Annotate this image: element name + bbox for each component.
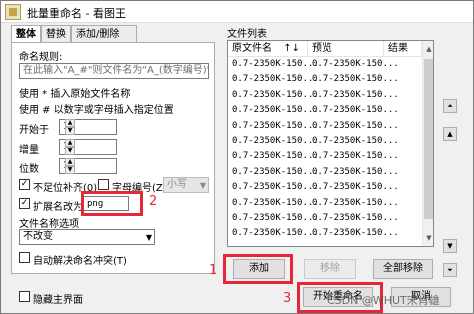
row-preview: 0.7-2350K-150... <box>312 105 399 116</box>
hide-main-checkbox[interactable] <box>19 291 30 302</box>
annotation-box-1 <box>223 254 293 284</box>
rule-input[interactable]: 在此输入"A_#"则文件名为"A_(数字编号)" <box>19 63 209 79</box>
hint-insert-number: 使用 # 以数字或字母插入指定位置 <box>19 105 174 116</box>
auto-resolve-label: 自动解决命名冲突(T) <box>33 256 127 267</box>
annotation-number-1: 1 <box>209 263 218 278</box>
rule-label: 命名规则: <box>19 52 63 63</box>
annotation-number-2: 2 <box>149 194 158 209</box>
move-up-icon[interactable]: ▲ <box>443 127 457 141</box>
remove-button[interactable]: 移除 <box>304 259 356 279</box>
row-preview: 0.7-2350K-150... <box>312 89 399 100</box>
app-icon <box>5 4 21 20</box>
hide-main-label: 隐藏主界面 <box>33 295 83 306</box>
row-preview: 0.7-2350K-150... <box>312 74 399 85</box>
step-up-icon[interactable]: ▲ <box>65 139 75 147</box>
row-original-name[interactable]: 0.7-2350K-150... <box>232 105 319 115</box>
chevron-down-icon: ▼ <box>145 233 152 242</box>
row-original-name[interactable]: 0.7-2350K-150... <box>232 198 319 208</box>
remove-all-button[interactable]: 全部移除 <box>373 259 433 279</box>
digits-label: 位数 <box>19 164 39 175</box>
name-option-label: 文件名称选项 <box>19 219 79 230</box>
row-preview: 0.7-2350K-150... <box>312 59 399 69</box>
hint-insert-name: 使用 * 插入原始文件名称 <box>19 89 131 100</box>
start-up-icon[interactable]: ▲ <box>65 119 75 127</box>
scroll-thumb[interactable] <box>424 59 433 219</box>
column-original-name[interactable]: 原文件名 ↑↓ <box>228 41 308 57</box>
row-original-name[interactable]: 0.7-2350K-150... <box>232 59 319 69</box>
watermark: CSDN @WHUT宋肖雄 <box>327 294 440 307</box>
digits-up-icon[interactable]: ▲ <box>65 158 75 166</box>
row-preview: 0.7-2350K-150... <box>312 182 399 193</box>
scroll-down-icon[interactable]: ▼ <box>423 232 433 244</box>
row-original-name[interactable]: 0.7-2350K-150... <box>232 121 319 131</box>
move-bottom-icon[interactable]: ⏷ <box>443 263 457 277</box>
file-list[interactable]: 原文件名 ↑↓ 预览 结果 0.7-2350K-150... 0.7-2350K-… <box>227 40 434 247</box>
digits-down-icon[interactable]: ▼ <box>65 166 75 174</box>
row-original-name[interactable]: 0.7-2350K-150... <box>232 167 319 177</box>
row-original-name[interactable]: 0.7-2350K-150... <box>232 136 319 146</box>
row-preview: 0.7-2350K-150... <box>312 197 399 208</box>
step-label: 增量 <box>19 145 39 156</box>
row-original-name[interactable]: 0.7-2350K-150... <box>232 151 319 161</box>
step-down-icon[interactable]: ▼ <box>65 147 75 155</box>
move-down-icon[interactable]: ▼ <box>443 239 457 253</box>
row-original-name[interactable]: 0.7-2350K-150... <box>232 74 319 84</box>
row-original-name[interactable]: 0.7-2350K-150... <box>232 182 319 192</box>
row-preview: 0.7-2350K-150... <box>312 151 399 162</box>
pad-zero-checkbox[interactable]: ✓ <box>19 179 30 190</box>
vertical-scrollbar[interactable]: ▲ ▼ <box>422 41 433 246</box>
annotation-box-2 <box>81 191 143 216</box>
start-down-icon[interactable]: ▼ <box>65 127 75 135</box>
letter-number-checkbox[interactable] <box>98 179 109 190</box>
file-list-label: 文件列表 <box>227 29 267 40</box>
move-top-icon[interactable]: ⏶ <box>443 99 457 113</box>
start-label: 开始于 <box>19 125 49 136</box>
row-preview: 0.7-2350K-150... <box>312 228 399 239</box>
row-preview: 0.7-2350K-150... <box>312 166 399 177</box>
row-original-name[interactable]: 0.7-2350K-150... <box>232 228 319 238</box>
row-original-name[interactable]: 0.7-2350K-150... <box>232 90 319 100</box>
column-preview[interactable]: 预览 <box>308 41 384 57</box>
row-preview: 0.7-2350K-150... <box>312 136 399 146</box>
row-preview: 0.7-2350K-150... <box>312 120 399 131</box>
window-title: 批量重命名 - 看图王 <box>27 7 126 20</box>
extension-checkbox[interactable]: ✓ <box>19 198 30 209</box>
auto-resolve-checkbox[interactable] <box>19 252 30 263</box>
tab-replace[interactable]: 替换 <box>41 25 71 43</box>
letter-case-select[interactable]: 小写 ▼ <box>163 177 209 193</box>
sort-arrows-icon: ↑↓ <box>283 43 300 54</box>
extension-label: 扩展名改为 <box>33 202 83 213</box>
chevron-down-icon: ▼ <box>199 181 206 190</box>
annotation-number-3: 3 <box>283 291 292 306</box>
scroll-up-icon[interactable]: ▲ <box>423 43 433 55</box>
row-original-name[interactable]: 0.7-2350K-150... <box>232 213 319 223</box>
rename-dialog: 批量重命名 - 看图王 整体 替换 添加/删除 命名规则: 在此输入"A_#"则… <box>0 0 474 314</box>
name-option-select[interactable]: 不改变 ▼ <box>19 229 155 245</box>
row-preview: 0.7-2350K-150... <box>312 213 399 223</box>
tab-add-delete[interactable]: 添加/删除 <box>71 25 137 43</box>
title-bar: 批量重命名 - 看图王 <box>1 1 473 23</box>
column-result[interactable]: 结果 <box>384 41 422 57</box>
